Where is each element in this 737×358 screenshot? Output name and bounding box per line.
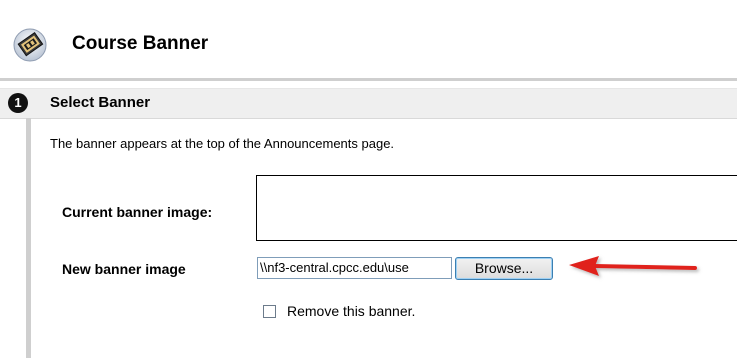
course-banner-icon [13, 27, 49, 63]
page-title: Course Banner [72, 33, 209, 54]
step-rail [26, 118, 31, 358]
step-header: 1 Select Banner [0, 88, 737, 119]
red-arrow-annotation [565, 254, 705, 286]
step-title: Select Banner [50, 94, 151, 111]
step-number-badge: 1 [8, 93, 28, 113]
browse-button[interactable]: Browse... [455, 257, 553, 280]
step-instructions: The banner appears at the top of the Ann… [50, 136, 395, 151]
remove-banner-label[interactable]: Remove this banner. [287, 303, 415, 319]
header-divider [0, 78, 737, 81]
page-header: Course Banner [0, 0, 737, 81]
new-banner-label: New banner image [62, 261, 186, 277]
course-banner-page: Course Banner 1 Select Banner The banner… [0, 0, 737, 358]
remove-banner-checkbox[interactable] [263, 305, 276, 318]
current-banner-label: Current banner image: [62, 204, 213, 220]
new-banner-file-input[interactable]: \\nf3-central.cpcc.edu\use [257, 257, 452, 279]
current-banner-preview [256, 175, 737, 241]
